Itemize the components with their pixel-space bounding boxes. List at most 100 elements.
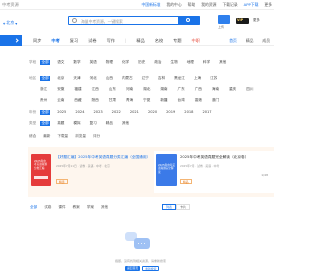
- filter-option[interactable]: 陕西: [92, 98, 99, 103]
- filter-option[interactable]: 上海: [194, 76, 201, 81]
- filter-option[interactable]: 2023: [94, 110, 103, 115]
- filter-option[interactable]: 湖北: [143, 87, 150, 92]
- top-link[interactable]: 下载记录: [222, 2, 237, 8]
- filter-option[interactable]: 2018: [184, 110, 193, 115]
- filter-option[interactable]: 江西: [92, 87, 99, 92]
- filter-option[interactable]: 安徽: [57, 87, 64, 92]
- filter-option[interactable]: 2022: [112, 110, 121, 115]
- back-home-button[interactable]: 返回首页: [125, 266, 141, 271]
- search-button[interactable]: [178, 16, 200, 25]
- filter-option[interactable]: 西藏: [74, 98, 81, 103]
- lower-tab[interactable]: 学案: [87, 205, 94, 210]
- lower-tab[interactable]: 教案: [73, 205, 80, 210]
- filter-option-selected[interactable]: 全部: [40, 76, 51, 81]
- nav-item[interactable]: 名校: [155, 38, 163, 44]
- region-selector[interactable]: ⌖ 北京 ▾: [3, 20, 17, 26]
- filter-option[interactable]: 新疆: [160, 98, 167, 103]
- filter-option[interactable]: 甘肃: [109, 98, 116, 103]
- filter-option[interactable]: 北京: [57, 76, 64, 81]
- filter-option[interactable]: 吉林: [158, 76, 165, 81]
- category-menu-button[interactable]: [0, 35, 22, 46]
- nav-right-item[interactable]: 首页: [229, 38, 237, 44]
- top-link[interactable]: 帮助: [188, 2, 196, 8]
- filter-option[interactable]: 政治: [154, 60, 161, 65]
- top-link[interactable]: 更多: [264, 2, 272, 8]
- filter-option[interactable]: 历史: [138, 60, 145, 65]
- resource-title[interactable]: 【好题汇编】2025年中考英语真题分类汇编（全国通用）: [56, 155, 150, 160]
- filter-option[interactable]: 青海: [126, 98, 133, 103]
- filter-option[interactable]: 辽宁: [142, 76, 149, 81]
- filter-option[interactable]: 湖南: [160, 87, 167, 92]
- filter-option[interactable]: 四川: [246, 87, 253, 92]
- filter-option[interactable]: 其他: [122, 121, 129, 126]
- filter-option[interactable]: 真题: [57, 121, 64, 126]
- filter-option[interactable]: 黑龙江: [174, 76, 185, 81]
- filter-option[interactable]: 复习: [90, 121, 97, 126]
- nav-item[interactable]: 试卷: [88, 38, 96, 44]
- filter-option[interactable]: 海南: [212, 87, 219, 92]
- filter-option[interactable]: 广西: [195, 87, 202, 92]
- filter-option-selected[interactable]: 全部: [40, 60, 51, 65]
- filter-option[interactable]: 2020: [148, 110, 157, 115]
- filter-option[interactable]: 2021: [130, 110, 139, 115]
- research-button[interactable]: 重新搜索: [142, 266, 160, 271]
- filter-option[interactable]: 浙江: [40, 87, 47, 92]
- filter-option[interactable]: 云南: [57, 98, 64, 103]
- filter-option[interactable]: 台湾: [178, 98, 185, 103]
- filter-option[interactable]: 模拟: [73, 121, 80, 126]
- filter-option[interactable]: 广东: [178, 87, 185, 92]
- nav-item[interactable]: 写作: [107, 38, 115, 44]
- view-toggle-list[interactable]: 列表: [162, 204, 176, 210]
- filter-option[interactable]: 香港: [195, 98, 202, 103]
- resource-card[interactable]: 2025年中考英语真题分类汇编 【好题汇编】2025年中考英语真题分类汇编（全国…: [30, 151, 152, 193]
- top-link[interactable]: 中国新标准: [141, 2, 160, 8]
- filter-option[interactable]: 贵州: [40, 98, 47, 103]
- resource-card[interactable]: 2025年中考英语真题完全解读 2025年中考英语真题完全解读（北京卷） 202…: [154, 151, 274, 193]
- filter-option[interactable]: 英语: [90, 60, 97, 65]
- sort-option[interactable]: 评分: [93, 134, 100, 139]
- filter-option[interactable]: 2019: [166, 110, 175, 115]
- lower-tab[interactable]: 试卷: [44, 205, 51, 210]
- view-toggle-card[interactable]: 卡片: [176, 204, 190, 210]
- filter-option[interactable]: 天津: [73, 76, 80, 81]
- filter-option[interactable]: 福建: [74, 87, 81, 92]
- filter-option[interactable]: 精品: [106, 121, 113, 126]
- filter-option[interactable]: 河北: [90, 76, 97, 81]
- nav-item[interactable]: 同步: [33, 38, 41, 44]
- nav-item-hot[interactable]: 中职: [192, 38, 200, 44]
- search-input[interactable]: 海量中考资源，一键搜索: [81, 19, 123, 25]
- carousel-pager[interactable]: 1/48: [261, 173, 268, 177]
- top-link[interactable]: 我的中心: [166, 2, 181, 8]
- filter-option[interactable]: 重庆: [229, 87, 236, 92]
- lower-tab[interactable]: 课件: [58, 205, 65, 210]
- filter-option[interactable]: 化学: [122, 60, 129, 65]
- filter-option[interactable]: 数学: [73, 60, 80, 65]
- filter-option[interactable]: 物理: [106, 60, 113, 65]
- nav-right-item[interactable]: 成员: [262, 38, 270, 44]
- nav-right-item[interactable]: 精品: [246, 38, 254, 44]
- filter-option[interactable]: 山东: [109, 87, 116, 92]
- filter-option[interactable]: 科学: [203, 60, 210, 65]
- filter-option[interactable]: 山西: [106, 76, 113, 81]
- filter-option[interactable]: 澳门: [212, 98, 219, 103]
- filter-option[interactable]: 江苏: [210, 76, 217, 81]
- sort-option[interactable]: 下载量: [57, 134, 68, 139]
- filter-option[interactable]: 2024: [75, 110, 84, 115]
- filter-option[interactable]: 内蒙古: [122, 76, 133, 81]
- top-link[interactable]: 我的资源: [201, 2, 216, 8]
- filter-option[interactable]: 宁夏: [143, 98, 150, 103]
- filter-option[interactable]: 2025: [57, 110, 66, 115]
- filter-option[interactable]: 生物: [171, 60, 178, 65]
- lower-tab-active[interactable]: 全部: [30, 205, 37, 210]
- nav-item-active[interactable]: 中考: [51, 38, 59, 44]
- filter-option[interactable]: 地理: [187, 60, 194, 65]
- more-button[interactable]: 更多: [253, 17, 274, 25]
- sort-option[interactable]: 综合: [29, 134, 36, 139]
- top-link[interactable]: APP下载: [244, 2, 259, 8]
- filter-option-selected[interactable]: 全部: [40, 121, 51, 126]
- filter-option[interactable]: 河南: [126, 87, 133, 92]
- filter-option[interactable]: 2017: [202, 110, 211, 115]
- vip-badge[interactable]: VIP: [236, 18, 249, 24]
- nav-item[interactable]: 精品: [136, 38, 144, 44]
- filter-option-selected[interactable]: 全部: [40, 110, 51, 115]
